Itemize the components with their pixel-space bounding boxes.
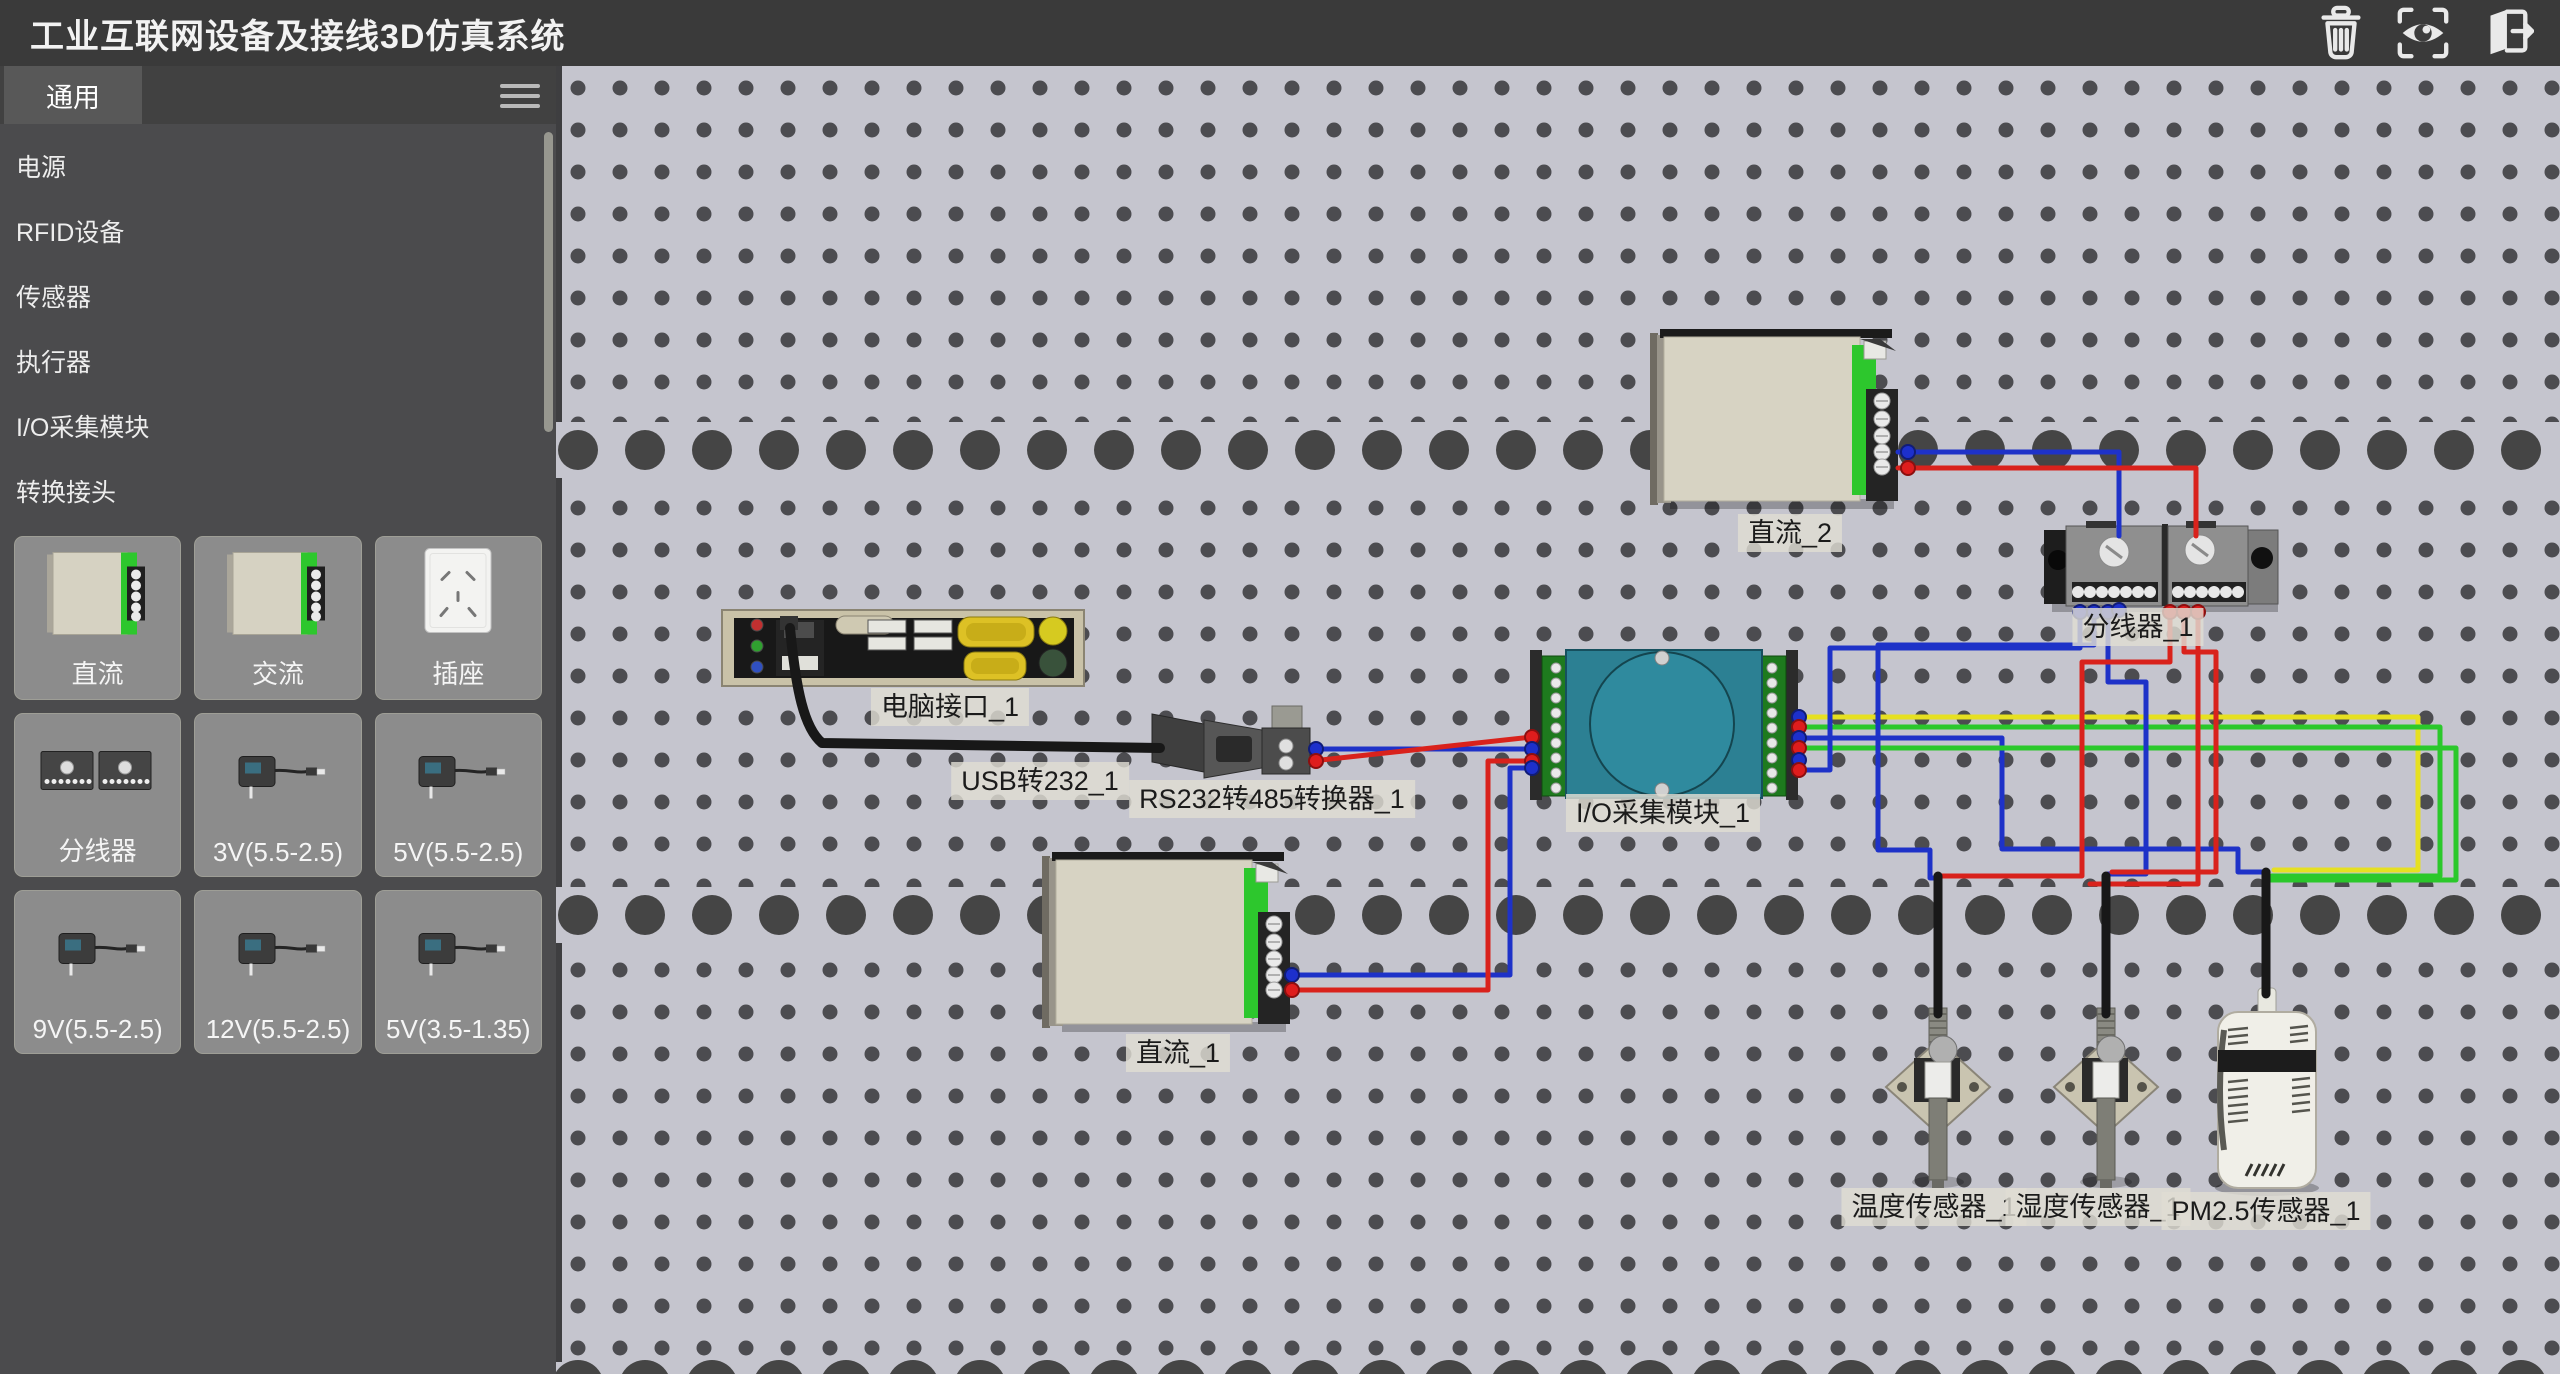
sidebar-item-4[interactable]: I/O采集模块 bbox=[0, 396, 556, 461]
exit-door-icon bbox=[2476, 4, 2534, 62]
view-reset-button[interactable] bbox=[2394, 4, 2452, 62]
device-label-io-module: I/O采集模块_1 bbox=[1566, 794, 1760, 832]
terminal-dot-red bbox=[1309, 754, 1323, 768]
adapter-icon bbox=[203, 891, 353, 1014]
device-card-label: 直流 bbox=[72, 654, 124, 691]
sidebar-item-3[interactable]: 执行器 bbox=[0, 331, 556, 396]
sidebar-tabbar: 通用 bbox=[0, 66, 556, 124]
sidebar-item-0[interactable]: 电源 bbox=[0, 136, 556, 201]
terminal-dot-red bbox=[1901, 461, 1915, 475]
terminal-dot-red bbox=[1285, 983, 1299, 997]
device-card-ac-power-1[interactable]: 交流 bbox=[194, 536, 361, 700]
adapter-icon bbox=[203, 714, 353, 837]
terminal-dot-blue bbox=[1285, 968, 1299, 982]
device-card-label: 3V(5.5-2.5) bbox=[213, 837, 343, 868]
device-card-dc-power-0[interactable]: 直流 bbox=[14, 536, 181, 700]
terminal-dot-blue bbox=[1901, 445, 1915, 459]
sidebar: 通用 电源RFID设备传感器执行器I/O采集模块转换接头 直流 交流 插座分线器 3V… bbox=[0, 66, 556, 1374]
app-window: { "app": { "title": "工业互联网设备及接线3D仿真系统" }… bbox=[0, 0, 2560, 1374]
ac-power-icon bbox=[203, 537, 353, 654]
sidebar-item-1[interactable]: RFID设备 bbox=[0, 201, 556, 266]
device-card-label: 5V(3.5-1.35) bbox=[386, 1014, 531, 1045]
sidebar-scrollbar[interactable] bbox=[544, 132, 553, 432]
adapter-icon bbox=[23, 891, 173, 1014]
device-dc1[interactable] bbox=[1042, 852, 1290, 1032]
device-label-temp-sensor: 温度传感器_1 bbox=[1841, 1188, 2026, 1226]
dc-power-icon bbox=[23, 537, 173, 654]
delete-button[interactable] bbox=[2312, 4, 2370, 62]
device-card-splitter-3[interactable]: 分线器 bbox=[14, 713, 181, 877]
adapter-icon bbox=[383, 714, 533, 837]
splitter-icon bbox=[23, 714, 173, 831]
device-label-splitter1: 分线器_1 bbox=[2072, 608, 2203, 646]
eye-scan-icon bbox=[2394, 4, 2452, 62]
device-label-pm25-sensor: PM2.5传感器_1 bbox=[2161, 1192, 2370, 1230]
device-card-label: 9V(5.5-2.5) bbox=[33, 1014, 163, 1045]
socket-icon bbox=[383, 537, 533, 654]
device-card-adapter-6[interactable]: 9V(5.5-2.5) bbox=[14, 890, 181, 1054]
device-card-label: 12V(5.5-2.5) bbox=[206, 1014, 351, 1045]
device-io-module[interactable] bbox=[1530, 650, 1798, 800]
adapter-icon bbox=[383, 891, 533, 1014]
terminal-dot-red bbox=[1792, 763, 1806, 777]
wiring-canvas[interactable] bbox=[556, 66, 2560, 1374]
device-label-dc1: 直流_1 bbox=[1126, 1034, 1230, 1072]
device-card-label: 分线器 bbox=[59, 831, 137, 868]
device-pc-interface[interactable] bbox=[722, 610, 1084, 686]
device-splitter1[interactable] bbox=[2044, 521, 2278, 612]
device-label-rs232-485: RS232转485转换器_1 bbox=[1129, 780, 1415, 818]
device-card-label: 交流 bbox=[252, 654, 304, 691]
tab-general[interactable]: 通用 bbox=[4, 66, 142, 124]
device-label-dc2: 直流_2 bbox=[1738, 514, 1842, 552]
device-label-usb232: USB转232_1 bbox=[951, 762, 1129, 800]
device-label-pc-interface: 电脑接口_1 bbox=[871, 688, 1029, 726]
title-bar: 工业互联网设备及接线3D仿真系统 bbox=[0, 0, 2560, 66]
device-card-label: 5V(5.5-2.5) bbox=[393, 837, 523, 868]
sidebar-item-5[interactable]: 转换接头 bbox=[0, 461, 556, 526]
device-card-adapter-7[interactable]: 12V(5.5-2.5) bbox=[194, 890, 361, 1054]
device-card-grid: 直流 交流 插座分线器 3V(5.5-2.5) 5V(5.5-2.5) 9V(5.5-2.… bbox=[0, 526, 556, 1064]
device-dc2[interactable] bbox=[1650, 329, 1898, 509]
device-card-adapter-5[interactable]: 5V(5.5-2.5) bbox=[375, 713, 542, 877]
category-list: 电源RFID设备传感器执行器I/O采集模块转换接头 bbox=[0, 136, 556, 526]
hamburger-icon[interactable] bbox=[500, 78, 542, 114]
app-title: 工业互联网设备及接线3D仿真系统 bbox=[30, 9, 565, 58]
terminal-dot-blue bbox=[1525, 761, 1539, 775]
device-card-label: 插座 bbox=[432, 654, 484, 691]
trash-icon bbox=[2312, 4, 2370, 62]
device-card-adapter-4[interactable]: 3V(5.5-2.5) bbox=[194, 713, 361, 877]
device-pm25-sensor[interactable] bbox=[2215, 988, 2319, 1196]
exit-button[interactable] bbox=[2476, 4, 2534, 62]
device-card-adapter-8[interactable]: 5V(3.5-1.35) bbox=[375, 890, 542, 1054]
toolbar bbox=[2312, 4, 2560, 62]
device-card-socket-2[interactable]: 插座 bbox=[375, 536, 542, 700]
sidebar-item-2[interactable]: 传感器 bbox=[0, 266, 556, 331]
canvas-left-edge bbox=[556, 66, 562, 1374]
